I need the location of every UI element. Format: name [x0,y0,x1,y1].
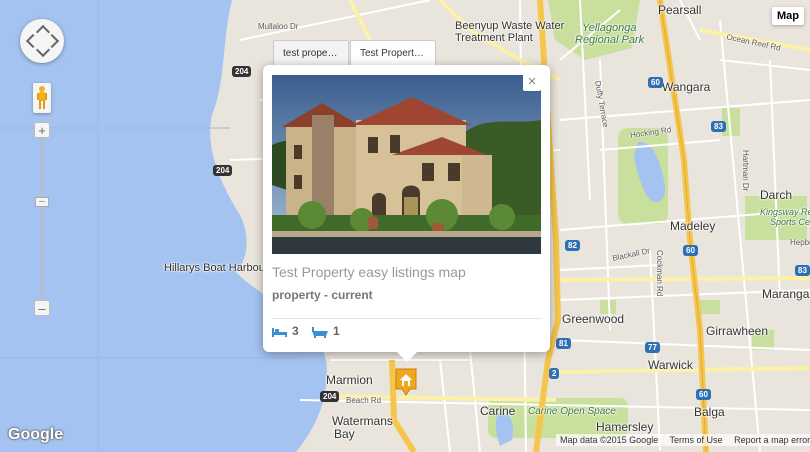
label-treatment-plant: Treatment Plant [455,32,533,44]
road-shield-204: 204 [232,66,252,77]
label-carine: Carine [480,404,516,418]
google-logo: Google [8,426,64,443]
road-shield-60: 60 [696,389,711,400]
label-beach-rd: Beach Rd [346,396,382,405]
label-bay: Bay [334,427,355,441]
label-regional-park: Regional Park [575,34,645,46]
road-shield-83: 83 [795,265,810,276]
property-marker[interactable] [394,367,418,397]
road-shield-77: 77 [645,342,660,353]
label-sports-cen: Sports Cen [770,217,810,227]
label-hillarys: Hillarys Boat Harbour [164,262,269,274]
label-greenwood: Greenwood [562,312,625,326]
close-icon[interactable]: × [523,73,541,91]
bedrooms-count: 3 [292,324,299,338]
zoom-slider-handle[interactable]: – [35,197,49,207]
label-hartman-dr: Hartman Dr [741,150,750,192]
label-yellagonga: Yellagonga [582,22,637,34]
label-wangara: Wangara [662,80,711,94]
pegman-icon [37,86,47,109]
label-kingsway: Kingsway Regional [760,207,810,217]
road-shield-60: 60 [683,245,698,256]
road-shield-60: 60 [648,77,663,88]
label-madeley: Madeley [670,219,716,233]
label-carine-open-space: Carine Open Space [528,406,616,417]
zoom-track[interactable] [41,134,43,306]
map-attribution: Map data ©2015 Google [560,435,659,445]
label-watermans: Watermans [332,414,393,428]
house-marker-icon [395,368,417,396]
tab-test-property-2[interactable]: Test Property... [350,40,436,65]
map-type-button[interactable]: Map [772,7,804,25]
road-shield-81: 81 [556,338,571,349]
road-shield-204: 204 [320,391,340,402]
divider [272,318,541,319]
zoom-out-button[interactable]: – [34,300,50,316]
pan-down-icon[interactable] [35,42,51,58]
pan-right-icon[interactable] [44,33,60,49]
bathrooms-feature: 1 [311,324,340,338]
label-pearsall: Pearsall [658,3,702,17]
road-shield-2: 2 [549,368,560,379]
zoom-in-button[interactable]: + [34,122,50,138]
property-title-link[interactable]: Test Property easy listings map [272,264,466,280]
pan-left-icon[interactable] [25,33,41,49]
bed-icon [272,327,287,337]
bathtub-icon [312,326,328,338]
property-photo[interactable] [272,75,541,254]
label-warwick: Warwick [648,358,693,372]
road-shield-82: 82 [565,240,580,251]
tab-test-property-1[interactable]: test property... [273,40,349,65]
map-footer: Map data ©2015 Google Terms of Use Repor… [556,434,810,446]
label-marangar: Marangar [762,287,810,301]
pan-control[interactable] [20,19,64,63]
house-photo-illustration [272,75,541,254]
label-hamersley: Hamersley [596,420,654,434]
road-shield-204: 204 [213,165,233,176]
street-view-pegman[interactable] [33,83,51,113]
label-girrawheen: Girrawheen [706,324,769,338]
road-shield-83: 83 [711,121,726,132]
label-darch: Darch [760,188,793,202]
bathrooms-count: 1 [333,324,340,338]
label-balga: Balga [694,405,725,419]
label-mullaloo-dr: Mullaloo Dr [258,22,299,31]
property-status: property - current [272,288,373,302]
zoom-control[interactable]: + – – [34,122,50,318]
map-canvas[interactable]: Mullaloo Dr Beenyup Waste Water Treatmen… [0,0,810,452]
label-marmion: Marmion [326,373,373,387]
bedrooms-feature: 3 [272,324,299,338]
label-cockman-rd: Cockman Rd [655,250,664,297]
report-map-error-link[interactable]: Report a map error [734,435,810,445]
terms-of-use-link[interactable]: Terms of Use [670,435,723,445]
label-beenyup: Beenyup Waste Water [455,20,565,32]
label-hepburn: Hepburn [790,238,810,247]
